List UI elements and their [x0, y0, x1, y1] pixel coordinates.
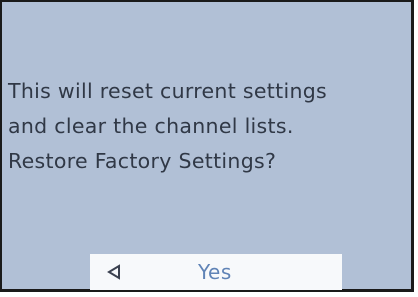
message-line-2: and clear the channel lists. [8, 114, 294, 138]
dialog-message: This will reset current settings and cle… [8, 74, 408, 179]
message-line-3: Restore Factory Settings? [8, 149, 277, 173]
message-line-1: This will reset current settings [8, 79, 328, 103]
left-arrow-icon[interactable] [107, 264, 121, 280]
yes-option-label: Yes [198, 260, 232, 284]
tv-screen: This will reset current settings and cle… [0, 0, 414, 292]
yes-option-selector[interactable]: Yes [90, 254, 342, 290]
